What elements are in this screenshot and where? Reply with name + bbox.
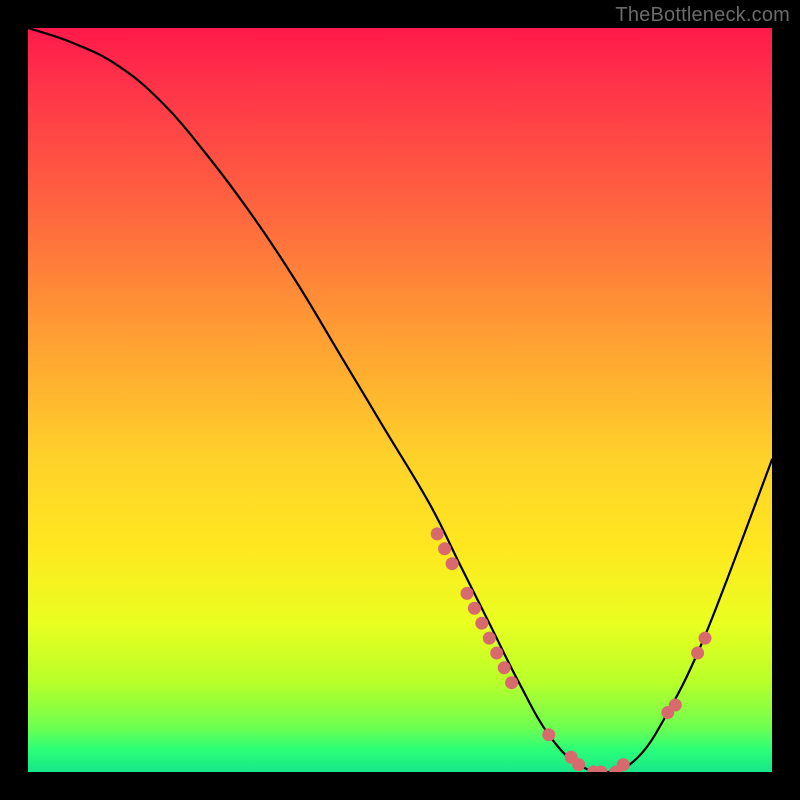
- highlight-dot: [490, 647, 503, 660]
- highlight-dot: [617, 758, 630, 771]
- watermark-label: TheBottleneck.com: [615, 4, 790, 27]
- highlight-dot: [505, 676, 518, 689]
- highlight-dot: [468, 602, 481, 615]
- highlight-dots: [431, 527, 712, 772]
- highlight-dot: [691, 647, 704, 660]
- highlight-dot: [572, 758, 585, 771]
- highlight-dot: [699, 632, 712, 645]
- highlight-dot: [542, 728, 555, 741]
- bottleneck-curve: [28, 28, 772, 772]
- highlight-dot: [431, 527, 444, 540]
- highlight-dot: [483, 632, 496, 645]
- highlight-dot: [669, 699, 682, 712]
- chart-svg: [28, 28, 772, 772]
- highlight-dot: [438, 542, 451, 555]
- plot-area: [28, 28, 772, 772]
- highlight-dot: [498, 661, 511, 674]
- highlight-dot: [446, 557, 459, 570]
- chart-stage: TheBottleneck.com: [0, 0, 800, 800]
- highlight-dot: [475, 617, 488, 630]
- highlight-dot: [461, 587, 474, 600]
